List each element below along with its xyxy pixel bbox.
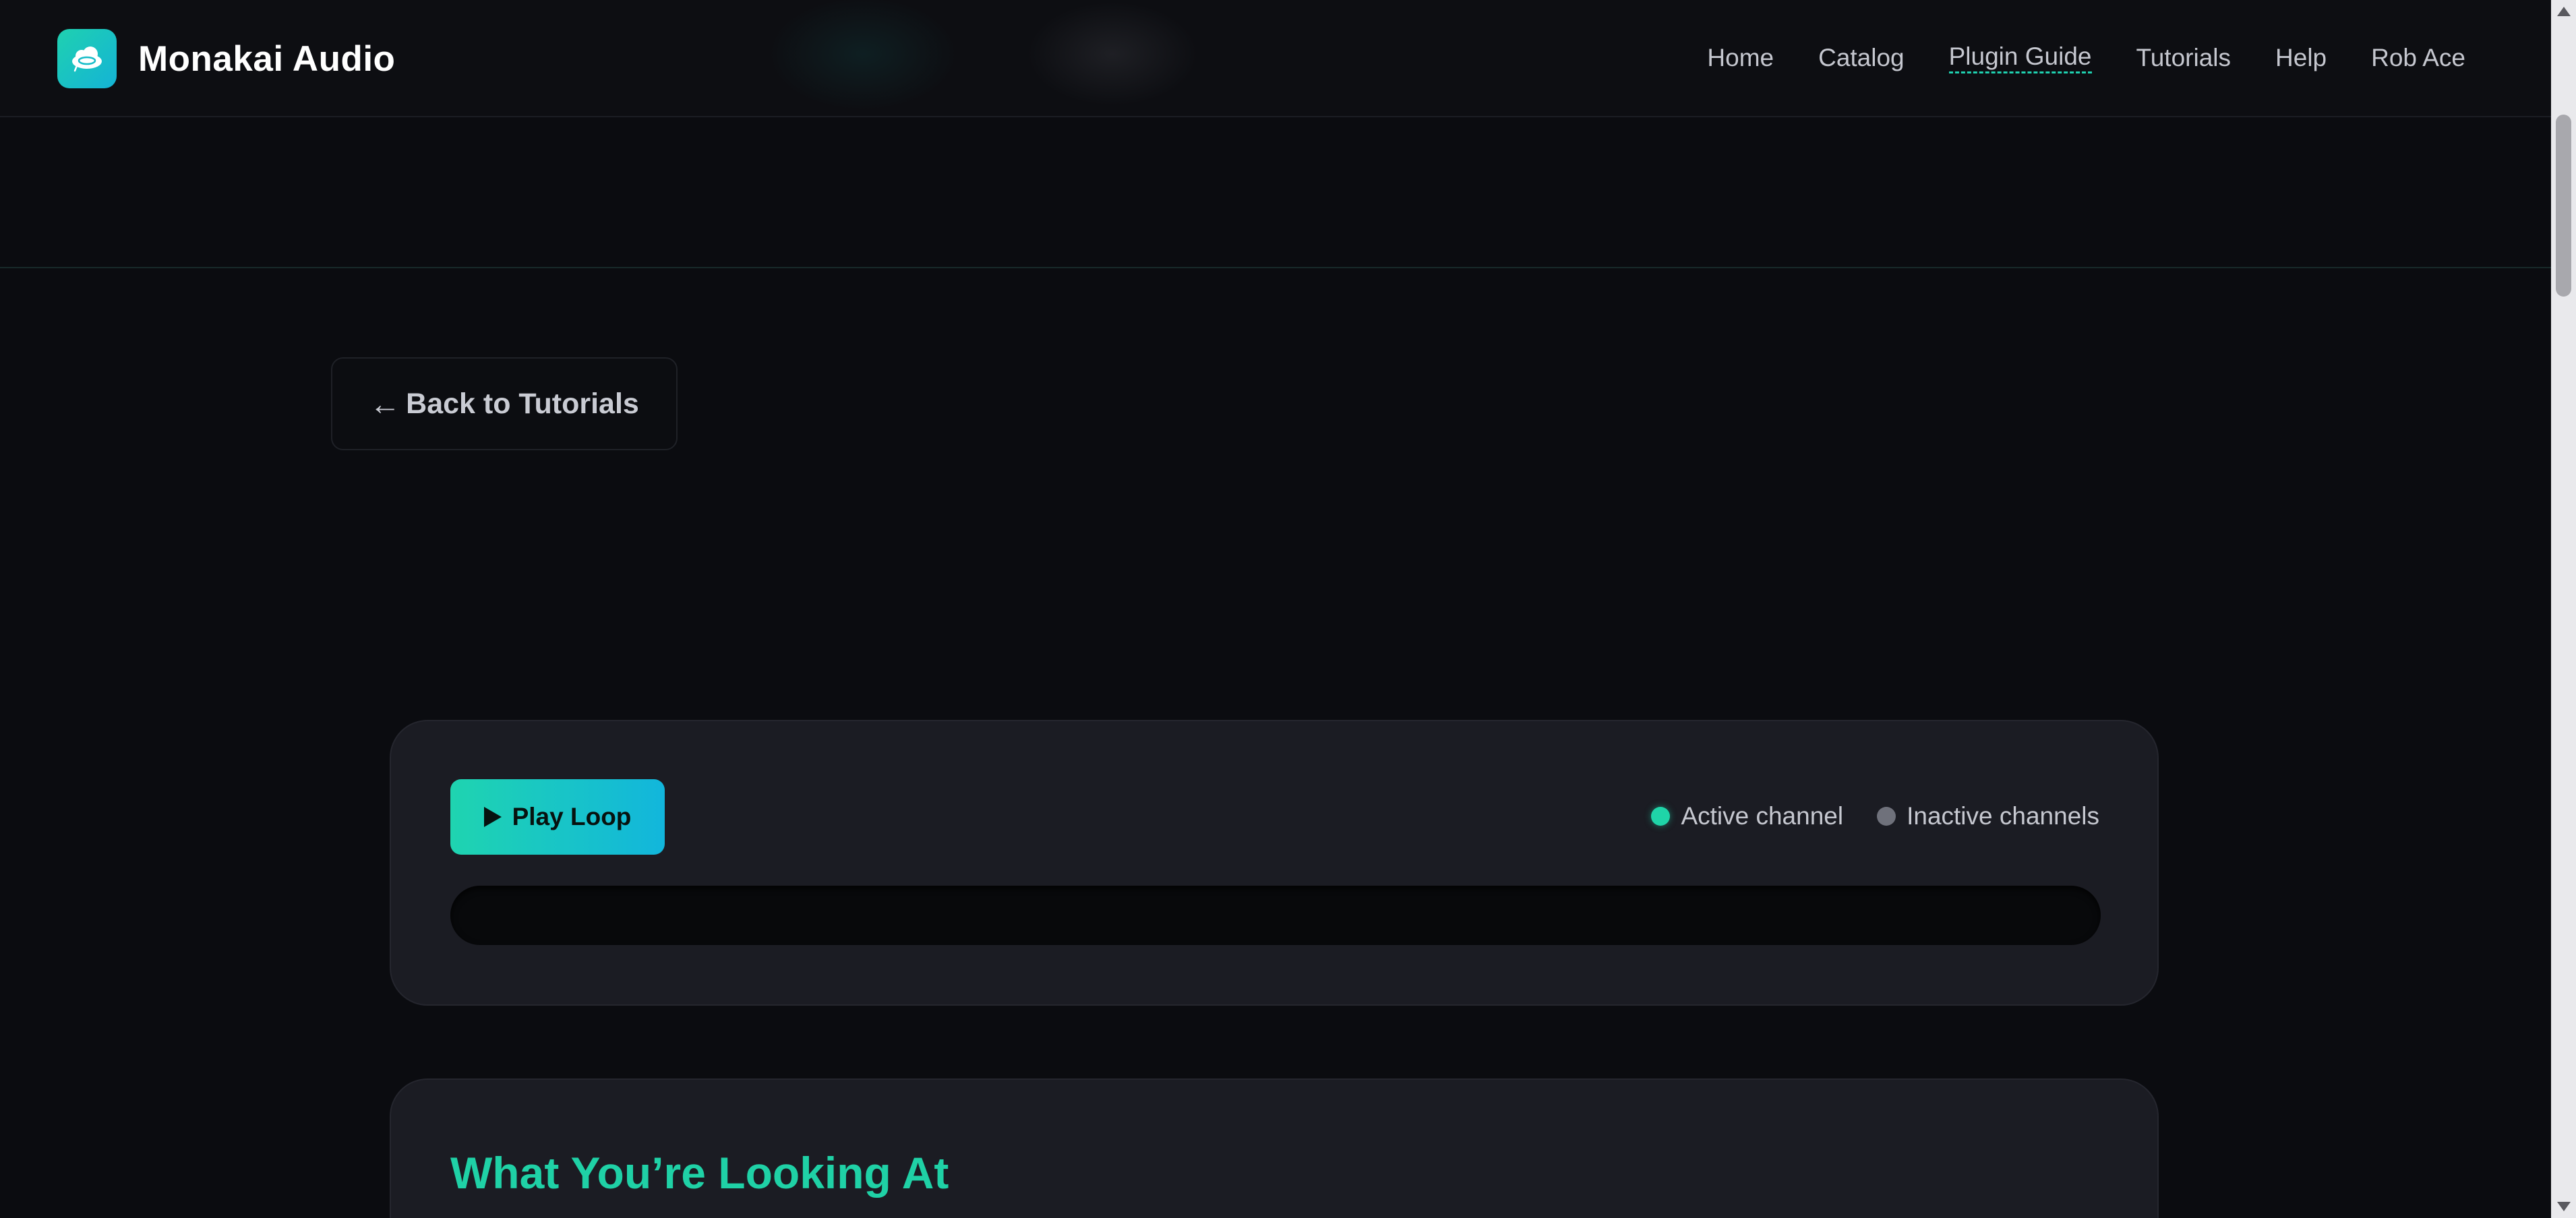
header-glow: [688, 0, 1214, 116]
page: Monakai Audio Home Catalog Plugin Guide …: [0, 0, 2576, 1218]
play-loop-label: Play Loop: [512, 803, 632, 830]
nav-home[interactable]: Home: [1707, 44, 1774, 72]
back-to-tutorials-button[interactable]: ← Back to Tutorials: [331, 357, 678, 450]
channel-legend: Active channel Inactive channels: [1651, 802, 2099, 830]
brand-name: Monakai Audio: [138, 38, 396, 79]
page-scrollbar[interactable]: [2551, 0, 2576, 1218]
legend-active-label: Active channel: [1681, 802, 1844, 830]
legend-active: Active channel: [1651, 802, 1843, 830]
active-dot-icon: [1651, 807, 1671, 826]
arrow-left-icon: ←: [369, 386, 401, 421]
nav-tutorials[interactable]: Tutorials: [2136, 44, 2231, 72]
legend-inactive-label: Inactive channels: [1907, 802, 2099, 830]
cloud-vinyl-icon: [57, 29, 117, 88]
channel-track[interactable]: [450, 886, 2101, 945]
scroll-up-arrow-icon[interactable]: [2557, 7, 2571, 16]
hero-band: [0, 117, 2551, 268]
nav-help[interactable]: Help: [2275, 44, 2327, 72]
site-header: Monakai Audio Home Catalog Plugin Guide …: [0, 0, 2551, 117]
nav-catalog[interactable]: Catalog: [1818, 44, 1905, 72]
play-loop-button[interactable]: Play Loop: [450, 779, 665, 855]
inactive-dot-icon: [1877, 807, 1896, 826]
scrollbar-thumb[interactable]: [2556, 115, 2571, 297]
scroll-down-arrow-icon[interactable]: [2557, 1202, 2571, 1211]
nav-user-account[interactable]: Rob Ace: [2371, 44, 2465, 72]
main-nav: Home Catalog Plugin Guide Tutorials Help…: [1663, 0, 2465, 116]
nav-plugin-guide[interactable]: Plugin Guide: [1948, 42, 2092, 73]
back-button-label: Back to Tutorials: [406, 387, 639, 420]
play-icon: [483, 807, 502, 827]
section-title: What You’re Looking At: [450, 1148, 949, 1198]
legend-inactive: Inactive channels: [1877, 802, 2099, 830]
loop-player-card: Play Loop Active channel Inactive channe…: [390, 720, 2159, 1006]
brand[interactable]: Monakai Audio: [57, 29, 395, 88]
info-card: What You’re Looking At: [390, 1078, 2159, 1218]
